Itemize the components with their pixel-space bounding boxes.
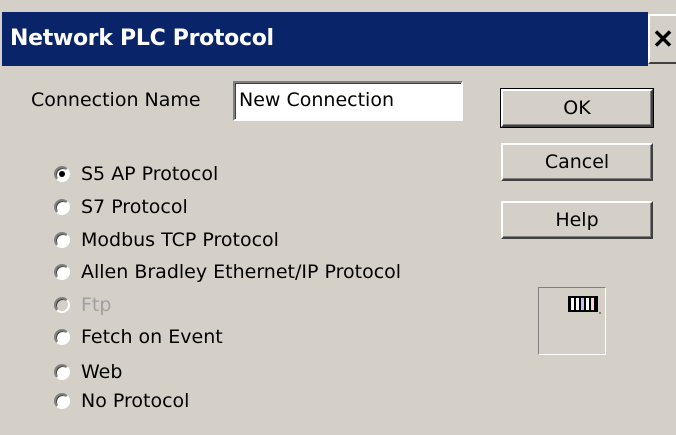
radio-label: S5 AP Protocol bbox=[81, 163, 219, 185]
radio-option-fetch-on-event[interactable]: Fetch on Event bbox=[54, 322, 223, 352]
radio-button[interactable] bbox=[54, 232, 70, 248]
ok-button[interactable]: OK bbox=[500, 88, 654, 128]
radio-button[interactable] bbox=[54, 364, 70, 380]
radio-button[interactable] bbox=[54, 297, 70, 313]
radio-label: No Protocol bbox=[81, 390, 190, 412]
radio-option-allen-bradley[interactable]: Allen Bradley Ethernet/IP Protocol bbox=[54, 257, 401, 287]
radio-option-modbus-tcp[interactable]: Modbus TCP Protocol bbox=[54, 225, 279, 255]
radio-button[interactable] bbox=[54, 393, 70, 409]
radio-label: Ftp bbox=[81, 294, 112, 316]
radio-label: Allen Bradley Ethernet/IP Protocol bbox=[81, 261, 402, 283]
radio-option-web[interactable]: Web bbox=[54, 357, 122, 387]
radio-option-ftp[interactable]: Ftp bbox=[54, 290, 111, 320]
radio-label: Web bbox=[81, 361, 123, 383]
plc-rack-icon bbox=[568, 296, 601, 314]
cancel-button[interactable]: Cancel bbox=[501, 143, 653, 181]
connection-name-label: Connection Name bbox=[31, 89, 201, 111]
radio-button[interactable] bbox=[54, 264, 70, 280]
help-button[interactable]: Help bbox=[501, 201, 653, 239]
plc-icon-frame bbox=[538, 287, 606, 355]
radio-label: Fetch on Event bbox=[81, 326, 223, 348]
radio-button[interactable] bbox=[54, 199, 70, 215]
network-plc-protocol-dialog: Network PLC Protocol ✕ Connection Name N… bbox=[0, 0, 676, 435]
dialog-title: Network PLC Protocol bbox=[10, 26, 274, 51]
close-icon: ✕ bbox=[652, 23, 674, 54]
radio-selected-dot bbox=[59, 171, 65, 177]
radio-option-no-protocol[interactable]: No Protocol bbox=[54, 386, 189, 416]
radio-label: Modbus TCP Protocol bbox=[81, 229, 279, 251]
radio-label: S7 Protocol bbox=[81, 196, 188, 218]
connection-name-field[interactable]: New Connection bbox=[233, 81, 463, 121]
radio-button[interactable] bbox=[54, 329, 70, 345]
radio-button[interactable] bbox=[54, 166, 70, 182]
radio-option-s7[interactable]: S7 Protocol bbox=[54, 192, 188, 222]
title-bar: Network PLC Protocol ✕ bbox=[0, 0, 676, 66]
close-button[interactable]: ✕ bbox=[648, 14, 676, 64]
radio-option-s5-ap[interactable]: S5 AP Protocol bbox=[54, 159, 218, 189]
